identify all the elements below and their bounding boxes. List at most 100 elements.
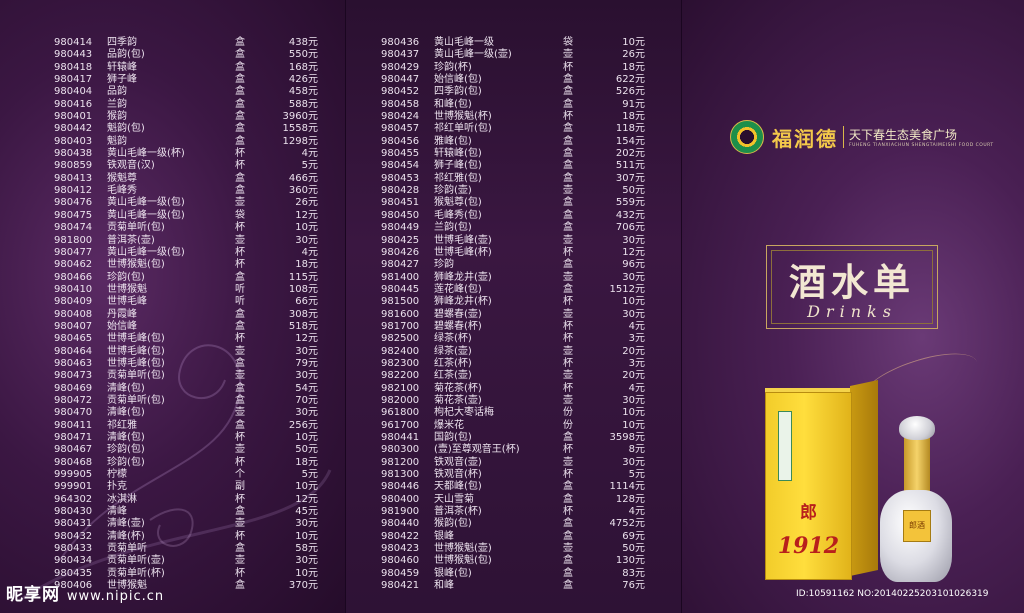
item-name: 贡菊单听(包) (107, 394, 165, 406)
item-price: 130元 (615, 555, 645, 567)
item-unit: 杯 (563, 444, 573, 456)
item-unit: 壶 (563, 185, 573, 197)
menu-item: 981600 碧螺春(壶) 壶 30元 (381, 309, 666, 321)
menu-item: 980441 国韵(包) 盒 3598元 (381, 432, 666, 444)
item-price: 12元 (295, 333, 318, 345)
item-price: 12元 (622, 246, 645, 258)
menu-item: 980418 轩辕峰 盒 168元 (54, 62, 334, 74)
item-unit: 盒 (235, 506, 245, 518)
item-unit: 杯 (563, 111, 573, 123)
item-code: 980422 (381, 530, 420, 542)
item-code: 980442 (54, 123, 93, 135)
item-name: 贡菊单听(杯) (107, 567, 165, 579)
item-price: 76元 (622, 580, 645, 592)
item-price: 30元 (295, 234, 318, 246)
item-name: 世博猴魁(包) (434, 555, 492, 567)
item-name: 始信峰 (107, 320, 137, 332)
item-code: 980408 (54, 308, 93, 320)
item-unit: 盒 (563, 530, 573, 542)
menu-item: 980429 珍韵(杯) 杯 18元 (381, 62, 666, 74)
menu-item: 980401 猴韵 盒 3960元 (54, 111, 334, 123)
item-code: 980417 (54, 74, 93, 86)
menu-item: 980431 清峰(壶) 壶 30元 (54, 518, 334, 530)
item-code: 982100 (381, 382, 420, 394)
item-name: 祁红单听(包) (434, 123, 492, 135)
item-code: 980456 (381, 135, 420, 147)
item-unit: 杯 (563, 469, 573, 481)
item-code: 980410 (54, 283, 93, 295)
menu-item: 980412 毛峰秀 盒 360元 (54, 185, 334, 197)
item-code: 980426 (381, 246, 420, 258)
item-unit: 盒 (563, 197, 573, 209)
item-price: 622元 (615, 74, 645, 86)
item-unit: 袋 (563, 37, 573, 48)
item-unit: 盒 (563, 98, 573, 110)
item-code: 980413 (54, 172, 93, 184)
menu-item: 980413 猴魁尊 盒 466元 (54, 173, 334, 185)
item-price: 4元 (628, 506, 645, 518)
item-name: 清峰(杯) (107, 530, 145, 542)
item-price: 30元 (622, 271, 645, 283)
item-unit: 杯 (563, 61, 573, 73)
item-code: 980440 (381, 518, 420, 530)
item-name: 魁韵 (107, 135, 127, 147)
item-price: 108元 (288, 283, 318, 295)
item-unit: 杯 (563, 357, 573, 369)
item-price: 1558元 (282, 123, 318, 135)
item-code: 980418 (54, 61, 93, 73)
menu-item: 980411 祁红雅 盒 256元 (54, 420, 334, 432)
menu-item: 980464 世博毛峰(包) 壶 30元 (54, 346, 334, 358)
item-price: 256元 (288, 419, 318, 431)
gift-box-brand: 郎 (800, 503, 817, 523)
menu-item: 980404 品韵 盒 458元 (54, 86, 334, 98)
item-unit: 盒 (563, 86, 573, 98)
menu-item: 980400 天山雪菊 盒 128元 (381, 494, 666, 506)
item-price: 45元 (295, 506, 318, 518)
item-price: 154元 (615, 135, 645, 147)
item-code: 980476 (54, 197, 93, 209)
item-unit: 杯 (235, 222, 245, 234)
item-name: (壹)至尊观音王(杯) (434, 444, 520, 456)
menu-item: 980409 世博毛峰 听 66元 (54, 296, 334, 308)
menu-item: 980426 世博毛峰(杯) 杯 12元 (381, 247, 666, 259)
item-name: 天山雪菊 (434, 493, 474, 505)
item-code: 980404 (54, 86, 93, 98)
item-name: 普洱茶(杯) (434, 506, 482, 518)
item-unit: 盒 (235, 49, 245, 61)
item-price: 30元 (622, 234, 645, 246)
item-price: 18元 (622, 61, 645, 73)
item-price: 550元 (288, 49, 318, 61)
menu-item: 980447 始信峰(包) 盒 622元 (381, 74, 666, 86)
item-unit: 盒 (235, 74, 245, 86)
item-code: 982000 (381, 394, 420, 406)
item-name: 天都峰(包) (434, 481, 482, 493)
menu-item: 999901 扑克 副 10元 (54, 481, 334, 493)
item-unit: 份 (563, 407, 573, 419)
item-unit: 盒 (235, 111, 245, 123)
item-unit: 壶 (563, 345, 573, 357)
item-name: 贡菊单听 (107, 543, 147, 555)
item-name: 普洱茶(壶) (107, 234, 155, 246)
item-price: 1512元 (609, 283, 645, 295)
item-price: 168元 (288, 61, 318, 73)
item-code: 980423 (381, 543, 420, 555)
item-price: 3元 (628, 357, 645, 369)
menu-item: 982400 绿茶(壶) 壶 20元 (381, 346, 666, 358)
item-price: 5元 (301, 160, 318, 172)
item-price: 308元 (288, 308, 318, 320)
item-price: 30元 (295, 345, 318, 357)
item-name: 绿茶(壶) (434, 345, 472, 357)
item-unit: 杯 (563, 382, 573, 394)
item-code: 982200 (381, 370, 420, 382)
menu-item: 980300 (壹)至尊观音王(杯) 杯 8元 (381, 444, 666, 456)
item-code: 982500 (381, 333, 420, 345)
menu-item: 980476 黄山毛峰一级(包) 壶 26元 (54, 197, 334, 209)
item-code: 980460 (381, 555, 420, 567)
item-price: 370元 (288, 580, 318, 592)
item-price: 50元 (622, 543, 645, 555)
item-price: 307元 (615, 172, 645, 184)
menu-item: 980437 黄山毛峰一级(壶) 壶 26元 (381, 49, 666, 61)
item-unit: 盒 (235, 271, 245, 283)
item-code: 981900 (381, 506, 420, 518)
item-code: 980409 (54, 296, 93, 308)
